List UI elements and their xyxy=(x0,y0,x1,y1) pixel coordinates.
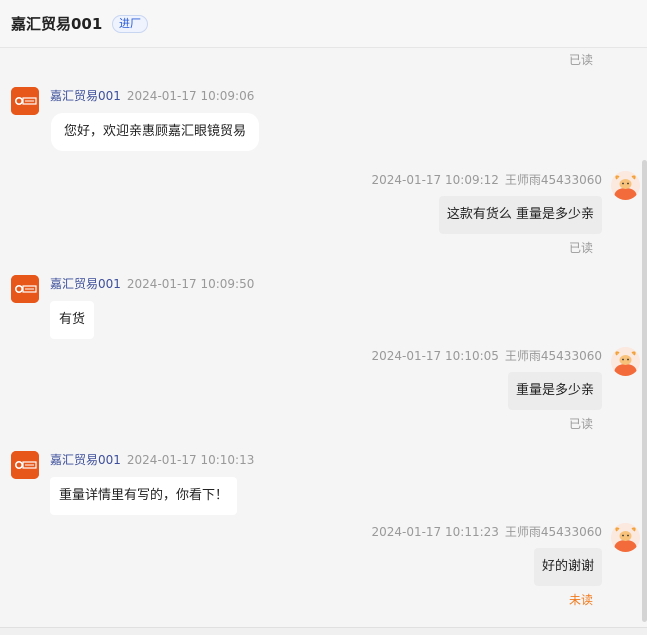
read-status: 已读 xyxy=(568,241,593,255)
message-meta: 2024-01-17 10:11:23 王师雨45433060 xyxy=(371,524,602,540)
message-meta: 嘉汇贸易001 2024-01-17 10:09:50 xyxy=(50,276,254,292)
message-bubble[interactable]: 好的谢谢 xyxy=(533,548,602,586)
timestamp: 2024-01-17 10:09:06 xyxy=(126,89,255,103)
user-avatar-icon[interactable] xyxy=(611,523,640,552)
sender-name: 嘉汇贸易001 xyxy=(50,89,121,103)
scrollbar[interactable] xyxy=(642,160,647,622)
user-avatar-icon[interactable] xyxy=(611,171,640,200)
read-status: 已读 xyxy=(568,53,593,67)
sender-name: 王师雨45433060 xyxy=(504,525,602,539)
timestamp: 2024-01-17 10:11:23 xyxy=(371,525,499,539)
status-badge[interactable]: 进厂 xyxy=(112,15,148,33)
shop-avatar-icon[interactable] xyxy=(11,87,39,115)
divider xyxy=(0,627,647,635)
chat-header: 嘉汇贸易001 进厂 xyxy=(0,0,647,48)
read-status: 已读 xyxy=(568,417,593,431)
timestamp: 2024-01-17 10:09:50 xyxy=(126,277,255,291)
message-bubble[interactable]: 重量详情里有写的，你看下！ xyxy=(50,477,238,515)
message-bubble[interactable]: 重量是多少亲 xyxy=(507,372,602,410)
shop-avatar-icon[interactable] xyxy=(11,451,39,479)
timestamp: 2024-01-17 10:09:12 xyxy=(371,173,499,187)
sender-name: 嘉汇贸易001 xyxy=(50,277,121,291)
message-meta: 2024-01-17 10:09:12 王师雨45433060 xyxy=(371,172,602,188)
message-meta: 嘉汇贸易001 2024-01-17 10:10:13 xyxy=(50,452,254,468)
sender-name: 嘉汇贸易001 xyxy=(50,453,121,467)
sender-name: 王师雨45433060 xyxy=(504,173,602,187)
message-meta: 2024-01-17 10:10:05 王师雨45433060 xyxy=(371,348,602,364)
shop-avatar-icon[interactable] xyxy=(11,275,39,303)
user-avatar-icon[interactable] xyxy=(611,347,640,376)
sender-name: 王师雨45433060 xyxy=(504,349,602,363)
message-meta: 嘉汇贸易001 2024-01-17 10:09:06 xyxy=(50,88,254,104)
timestamp: 2024-01-17 10:10:05 xyxy=(371,349,499,363)
message-bubble[interactable]: 这款有货么 重量是多少亲 xyxy=(438,196,602,234)
unread-status: 未读 xyxy=(568,593,593,607)
message-bubble[interactable]: 您好，欢迎亲惠顾嘉汇眼镜贸易 xyxy=(51,113,260,151)
timestamp: 2024-01-17 10:10:13 xyxy=(126,453,255,467)
page-title: 嘉汇贸易001 xyxy=(11,15,103,33)
message-bubble[interactable]: 有货 xyxy=(50,301,95,339)
